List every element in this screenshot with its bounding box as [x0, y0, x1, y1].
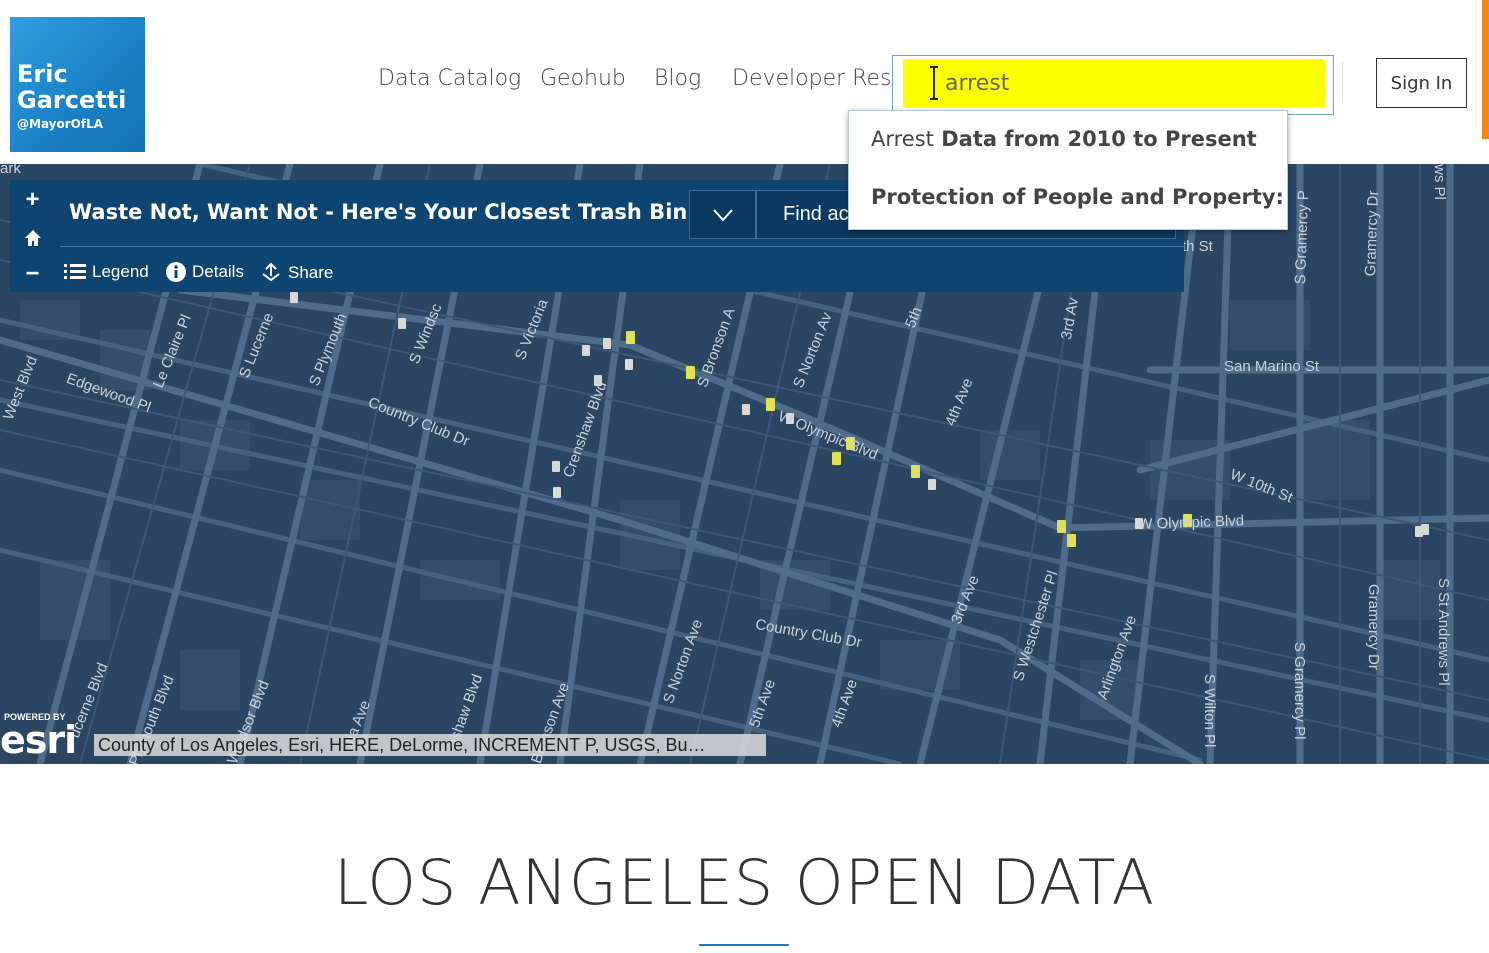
legend-button[interactable]: Legend [64, 262, 149, 282]
search-suggestions: Arrest Data from 2010 to Present Protect… [848, 110, 1288, 230]
map-label: S Gramercy Pl [1291, 642, 1308, 740]
dropdown-toggle-button[interactable] [689, 190, 756, 239]
map-label: ws Pl [1431, 164, 1448, 200]
search-input[interactable] [903, 59, 1325, 107]
search-container [892, 55, 1334, 115]
header-divider [1342, 62, 1343, 102]
chevron-down-icon [713, 209, 733, 222]
suggestion-rest: Data from 2010 to Present [933, 127, 1257, 151]
nav-data-catalog[interactable]: Data Catalog [378, 66, 521, 91]
logo-handle: @MayorOfLA [17, 117, 104, 131]
suggestion-item[interactable]: Arrest Data from 2010 to Present [871, 127, 1257, 151]
home-icon [24, 230, 41, 246]
panel-divider [60, 246, 1184, 247]
nav-geohub[interactable]: Geohub [540, 66, 626, 91]
sign-in-button[interactable]: Sign In [1376, 58, 1467, 108]
find-address-placeholder: Find ac [783, 203, 849, 225]
map-label: S Wilton Pl [1201, 674, 1218, 748]
map-app-title: Waste Not, Want Not - Here's Your Closes… [69, 200, 697, 224]
list-icon [64, 264, 86, 279]
map-label: S Gramercy P [1292, 189, 1313, 285]
share-button[interactable]: Share [260, 262, 333, 284]
map-label: th St [1182, 238, 1213, 255]
suggestion-item[interactable]: Protection of People and Property: Crii [871, 185, 1288, 209]
details-button[interactable]: Details [166, 262, 244, 282]
legend-label: Legend [92, 262, 149, 281]
title-underline [699, 944, 789, 946]
mayor-logo[interactable]: Eric Garcetti @MayorOfLA [10, 17, 145, 152]
esri-wordmark: esri [0, 718, 77, 762]
suggestion-match: Arrest [871, 127, 934, 151]
map-label: San Marino St [1224, 358, 1320, 375]
details-label: Details [192, 262, 244, 281]
map-label: Gramercy Dr [1362, 190, 1382, 277]
suggestion-rest: Protection of People and Property: Crii [871, 185, 1288, 209]
map-label: ark [0, 164, 21, 177]
nav-blog[interactable]: Blog [654, 66, 701, 91]
info-icon [166, 262, 186, 282]
map-label: Gramercy Dr [1365, 584, 1382, 670]
home-button[interactable] [10, 224, 55, 255]
share-icon [262, 262, 280, 282]
esri-logo[interactable]: POWERED BY esri [0, 710, 92, 764]
zoom-control: + − [10, 180, 55, 292]
map-label: S St Andrews Pl [1435, 578, 1452, 686]
nav-developer-resources[interactable]: Developer Reso [732, 66, 905, 91]
accent-bar [1482, 0, 1489, 139]
logo-name-first: Eric [17, 60, 68, 88]
text-cursor-icon [930, 66, 938, 100]
page-title: LOS ANGELES OPEN DATA [333, 846, 1156, 919]
map-attribution: County of Los Angeles, Esri, HERE, DeLor… [94, 734, 766, 756]
zoom-in-button[interactable]: + [10, 186, 55, 214]
zoom-out-button[interactable]: − [10, 260, 55, 288]
logo-name-last: Garcetti [17, 86, 127, 114]
share-label: Share [288, 263, 334, 282]
